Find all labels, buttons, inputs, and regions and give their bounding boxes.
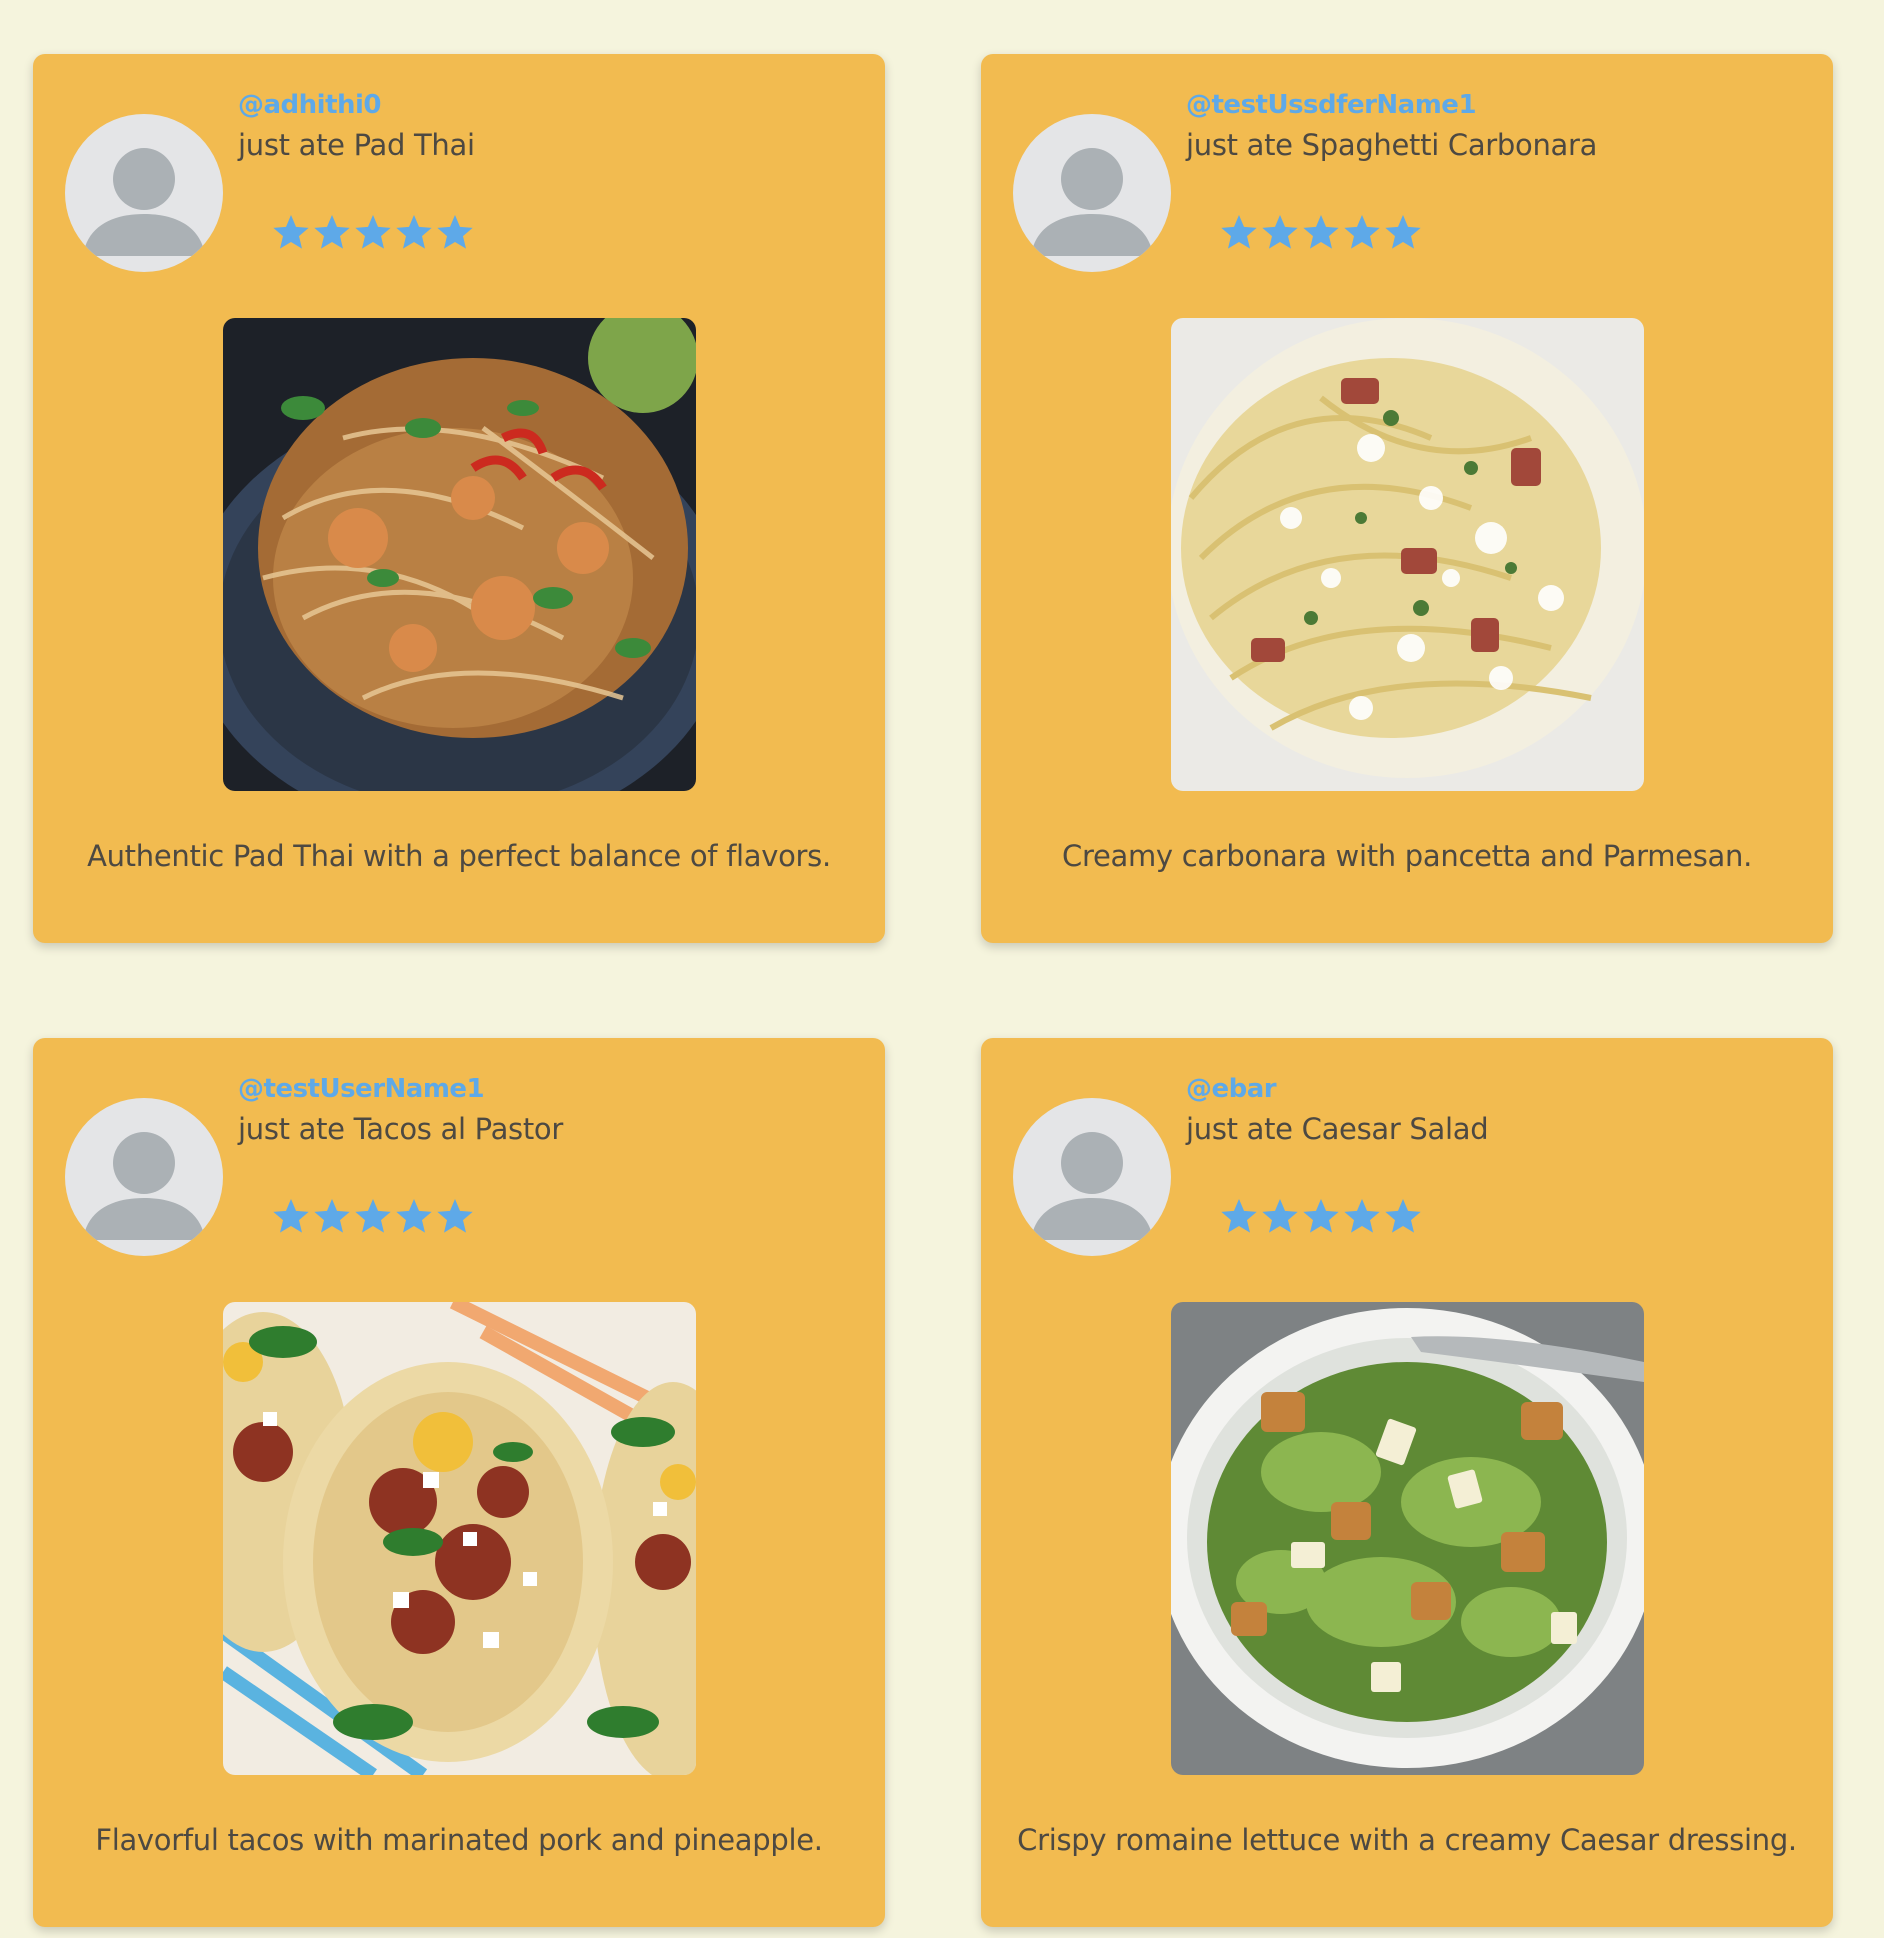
post-dish-line: just ate Tacos al Pastor [238,1112,563,1146]
post-feed: @adhithi0 just ate Pad Thai Authentic Pa… [33,54,1833,1927]
star-icon [314,215,350,249]
user-avatar-icon [1031,1132,1153,1240]
star-icon [355,215,391,249]
star-icon [1262,215,1298,249]
dish-photo[interactable] [223,318,696,791]
star-icon [1221,1199,1257,1233]
dish-photo[interactable] [1171,318,1644,791]
star-icon [437,1199,473,1233]
star-icon [1303,215,1339,249]
avatar[interactable] [1013,114,1171,272]
star-icon [396,1199,432,1233]
post-dish-line: just ate Spaghetti Carbonara [1186,128,1598,162]
post-card[interactable]: @adhithi0 just ate Pad Thai Authentic Pa… [33,54,885,943]
post-card[interactable]: @testUserName1 just ate Tacos al Pastor [33,1038,885,1927]
post-dish-line: just ate Caesar Salad [1186,1112,1489,1146]
star-icon [396,215,432,249]
carbonara-photo [1171,318,1644,791]
star-icon [437,215,473,249]
star-icon [1221,215,1257,249]
post-dish-line: just ate Pad Thai [238,128,475,162]
avatar[interactable] [65,1098,223,1256]
dish-photo[interactable] [223,1302,696,1775]
user-avatar-icon [1031,148,1153,256]
post-description: Crispy romaine lettuce with a creamy Cae… [1017,1823,1797,1857]
post-card[interactable]: @testUssdferName1 just ate Spaghetti Car… [981,54,1833,943]
star-icon [1344,1199,1380,1233]
pad-thai-photo [223,318,696,791]
post-description: Creamy carbonara with pancetta and Parme… [1062,839,1752,873]
star-icon [314,1199,350,1233]
avatar[interactable] [1013,1098,1171,1256]
username-link[interactable]: @adhithi0 [238,90,382,120]
star-icon [1344,215,1380,249]
star-rating [271,1196,475,1236]
star-icon [1385,215,1421,249]
username-link[interactable]: @testUserName1 [238,1074,485,1104]
caesar-salad-photo [1171,1302,1644,1775]
star-icon [1303,1199,1339,1233]
star-icon [273,215,309,249]
dish-photo[interactable] [1171,1302,1644,1775]
star-icon [1262,1199,1298,1233]
post-description: Flavorful tacos with marinated pork and … [95,1823,823,1857]
star-rating [1219,1196,1423,1236]
username-link[interactable]: @ebar [1186,1074,1277,1104]
user-avatar-icon [83,148,205,256]
tacos-photo [223,1302,696,1775]
star-icon [1385,1199,1421,1233]
star-icon [273,1199,309,1233]
star-rating [1219,212,1423,252]
star-rating [271,212,475,252]
post-card[interactable]: @ebar just ate Caesar Salad Crispy romai… [981,1038,1833,1927]
star-icon [355,1199,391,1233]
avatar[interactable] [65,114,223,272]
username-link[interactable]: @testUssdferName1 [1186,90,1477,120]
post-description: Authentic Pad Thai with a perfect balanc… [87,839,831,873]
user-avatar-icon [83,1132,205,1240]
